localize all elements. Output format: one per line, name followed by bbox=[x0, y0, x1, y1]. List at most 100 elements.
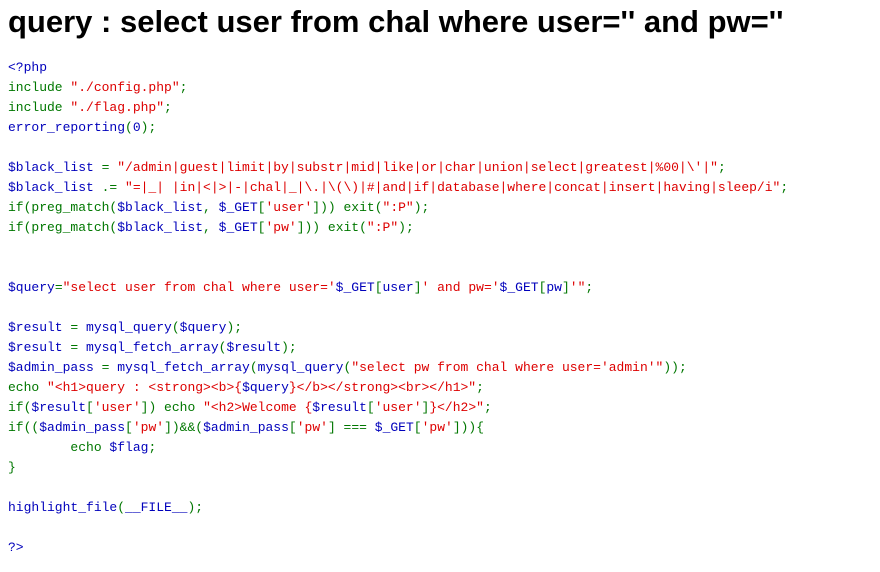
code-token: 'pw' bbox=[421, 420, 453, 435]
code-token: 'pw' bbox=[265, 220, 297, 235]
code-token: $_GET bbox=[218, 220, 258, 235]
code-token: ])){ bbox=[452, 420, 485, 435]
code-token: ])) exit( bbox=[296, 220, 367, 235]
code-token: ( bbox=[117, 500, 126, 515]
code-line: $black_list .= "=|_| |in|<|>|-|chal|_|\.… bbox=[8, 178, 872, 198]
code-token: $black_list bbox=[8, 160, 102, 175]
code-token: = bbox=[54, 280, 63, 295]
code-token: ( bbox=[171, 320, 180, 335]
code-token: $flag bbox=[109, 440, 149, 455]
code-token: "<h1>query : <strong><b>{ bbox=[47, 380, 243, 395]
code-line: } bbox=[8, 458, 872, 478]
code-token: $result bbox=[312, 400, 367, 415]
code-line: ?> bbox=[8, 538, 872, 558]
code-token: ' and pw=' bbox=[421, 280, 500, 295]
code-token: $admin_pass bbox=[39, 420, 126, 435]
code-token: )); bbox=[663, 360, 687, 375]
code-token: ); bbox=[140, 120, 157, 135]
code-token: user bbox=[382, 280, 414, 295]
code-token: "<h2>Welcome { bbox=[203, 400, 313, 415]
code-token: , bbox=[203, 200, 219, 215]
code-token: '" bbox=[569, 280, 586, 295]
code-token: __FILE__ bbox=[125, 500, 188, 515]
code-token: $admin_pass bbox=[203, 420, 289, 435]
code-line: <?php bbox=[8, 58, 872, 78]
code-token: ); bbox=[187, 500, 204, 515]
code-token: 'pw' bbox=[296, 420, 328, 435]
code-token: highlight_file bbox=[8, 500, 118, 515]
code-token: mysql_fetch_array bbox=[86, 340, 219, 355]
code-token: [ bbox=[374, 280, 383, 295]
code-token: ] bbox=[561, 280, 570, 295]
code-token: mysql_query bbox=[257, 360, 344, 375]
code-token: if(preg_match( bbox=[8, 200, 118, 215]
code-token: $query bbox=[179, 320, 227, 335]
code-token: $black_list bbox=[8, 180, 102, 195]
code-line: highlight_file(__FILE__); bbox=[8, 498, 872, 518]
code-token: [ bbox=[288, 420, 297, 435]
code-token: mysql_query bbox=[86, 320, 172, 335]
code-line: if(preg_match($black_list, $_GET['user']… bbox=[8, 198, 872, 218]
code-token: 'user' bbox=[265, 200, 313, 215]
code-token: ] === bbox=[327, 420, 375, 435]
code-token: $result bbox=[8, 340, 71, 355]
code-token: ])&&( bbox=[164, 420, 204, 435]
code-token: 'user' bbox=[93, 400, 141, 415]
code-token: ; bbox=[780, 180, 789, 195]
code-token: ( bbox=[125, 120, 133, 135]
code-token: 'user' bbox=[374, 400, 422, 415]
code-token: ; bbox=[585, 280, 594, 295]
code-token: <?php bbox=[8, 60, 48, 75]
code-token: $admin_pass bbox=[8, 360, 102, 375]
code-line: echo $flag; bbox=[8, 438, 872, 458]
code-token: ; bbox=[476, 380, 484, 395]
code-line: error_reporting(0); bbox=[8, 118, 872, 138]
code-token: $result bbox=[226, 340, 282, 355]
code-line: if(preg_match($black_list, $_GET['pw']))… bbox=[8, 218, 872, 238]
code-token: = bbox=[101, 360, 118, 375]
code-token: "/admin|guest|limit|by|substr|mid|like|o… bbox=[117, 160, 718, 175]
code-token: ; bbox=[717, 160, 726, 175]
code-line: $query="select user from chal where user… bbox=[8, 278, 872, 298]
code-line: if($result['user']) echo "<h2>Welcome {$… bbox=[8, 398, 872, 418]
code-token: .= bbox=[101, 180, 126, 195]
code-token: $_GET bbox=[335, 280, 375, 295]
code-token: $result bbox=[8, 320, 71, 335]
code-token: ; bbox=[164, 100, 172, 115]
source-code-block: <?php include "./config.php"; include "./f… bbox=[8, 58, 872, 558]
code-token: include bbox=[8, 80, 71, 95]
code-token: error_reporting bbox=[8, 120, 126, 135]
code-line: include "./flag.php"; bbox=[8, 98, 872, 118]
code-token: mysql_fetch_array bbox=[117, 360, 250, 375]
code-token: $_GET bbox=[218, 200, 258, 215]
code-token: ]) echo bbox=[140, 400, 204, 415]
page-title: query : select user from chal where user… bbox=[8, 4, 784, 39]
code-token: = bbox=[101, 160, 118, 175]
code-token: $result bbox=[31, 400, 87, 415]
code-token: ; bbox=[148, 440, 157, 455]
code-token: ?> bbox=[8, 540, 24, 555]
code-token: ] bbox=[413, 280, 422, 295]
code-line: $black_list = "/admin|guest|limit|by|sub… bbox=[8, 158, 872, 178]
code-token: = bbox=[70, 320, 87, 335]
code-token: ); bbox=[226, 320, 243, 335]
code-line: $result = mysql_fetch_array($result); bbox=[8, 338, 872, 358]
code-line: include "./config.php"; bbox=[8, 78, 872, 98]
code-token: $_GET bbox=[374, 420, 414, 435]
code-token: "=|_| |in|<|>|-|chal|_|\.|\(\)|#|and|if|… bbox=[125, 180, 781, 195]
code-token: "select user from chal where user=' bbox=[62, 280, 336, 295]
code-token: ; bbox=[483, 400, 492, 415]
code-token: ":P" bbox=[366, 220, 399, 235]
code-token: "select pw from chal where user='admin'" bbox=[351, 360, 664, 375]
code-token: [ bbox=[413, 420, 422, 435]
code-token: echo bbox=[8, 440, 110, 455]
code-token: }</b></strong><br></h1>" bbox=[288, 380, 477, 395]
code-token: ":P" bbox=[382, 200, 414, 215]
code-line: echo "<h1>query : <strong><b>{$query}</b… bbox=[8, 378, 872, 398]
code-token: ); bbox=[398, 220, 414, 235]
